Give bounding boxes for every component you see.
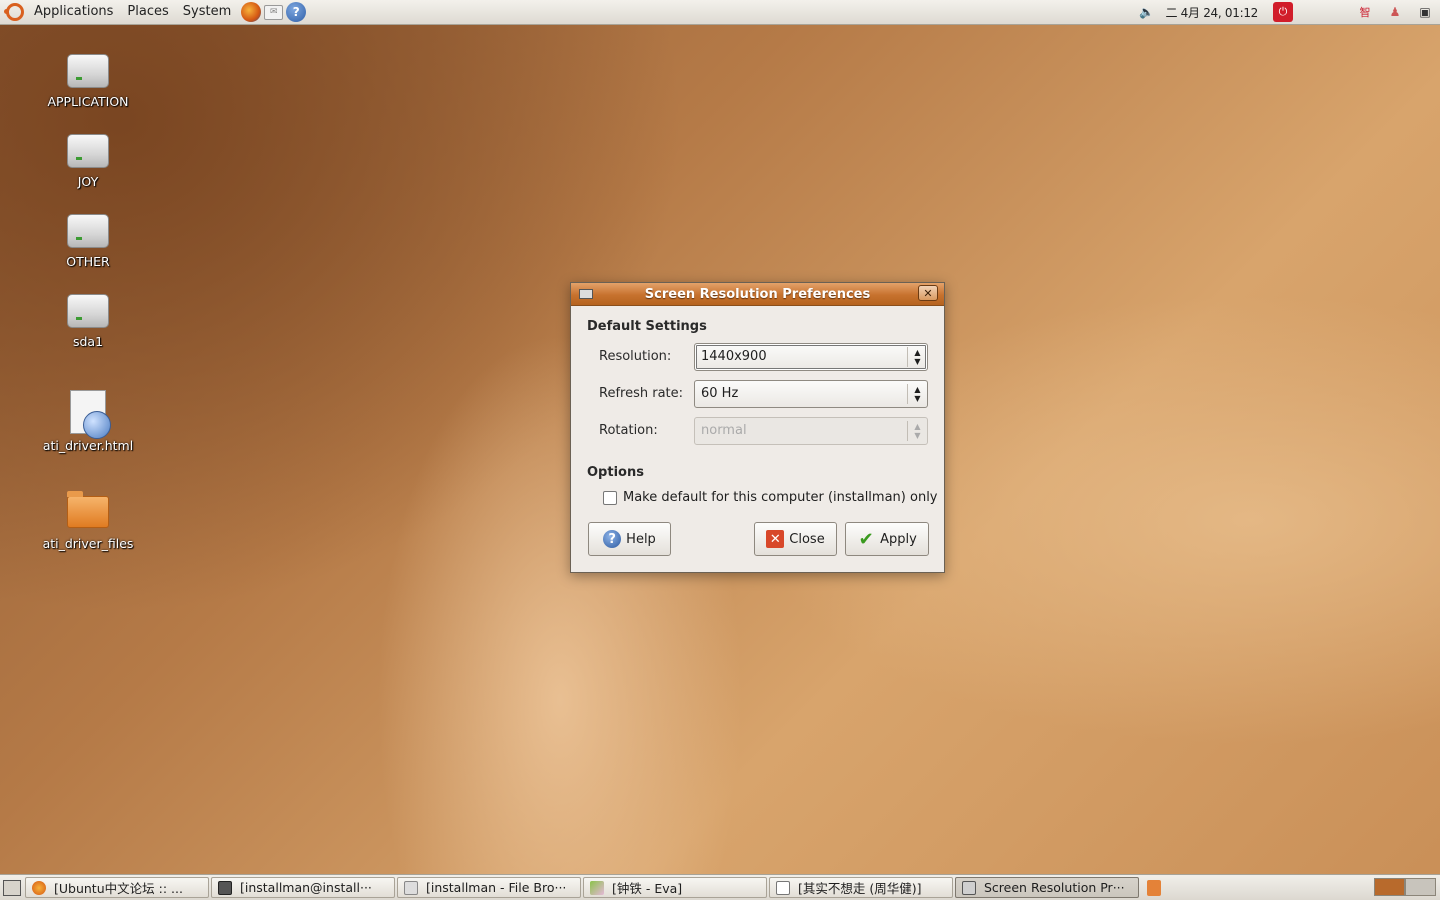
resolution-value: 1440x900 xyxy=(701,349,767,364)
chat-icon xyxy=(590,880,604,895)
refresh-rate-value: 60 Hz xyxy=(701,386,739,401)
make-default-checkbox[interactable] xyxy=(603,490,617,505)
drive-icon xyxy=(67,134,109,168)
make-default-label: Make default for this computer (installm… xyxy=(623,490,938,505)
mail-icon[interactable]: ✉ xyxy=(264,4,284,20)
screen-resolution-dialog: Screen Resolution Preferences ✕ Default … xyxy=(570,282,945,573)
apply-button[interactable]: ✔ Apply xyxy=(845,522,929,556)
rotation-select: normal ▲ ▼ xyxy=(694,417,928,445)
close-button-label: Close xyxy=(789,531,825,547)
help-button[interactable]: ? Help xyxy=(588,522,671,556)
taskbar-item-music[interactable]: [其实不想走 (周华健)] xyxy=(769,877,953,898)
system-tray: 🔈 二 4月 24, 01:12 ⏻ 智 ♟ ▣ xyxy=(1131,0,1440,24)
workspace-1[interactable] xyxy=(1374,878,1405,896)
volume-icon[interactable]: 🔈 xyxy=(1138,4,1154,20)
desktop-icon-label: APPLICATION xyxy=(47,94,129,109)
desktop-icon-label: ati_driver.html xyxy=(42,438,134,453)
terminal-icon xyxy=(218,880,232,895)
drive-icon xyxy=(67,214,109,248)
taskbar-item-screen-resolution[interactable]: Screen Resolution Pr··· xyxy=(955,877,1139,898)
workspace-switcher[interactable] xyxy=(1374,878,1436,896)
firefox-icon[interactable] xyxy=(241,2,262,22)
desktop-icon-application[interactable]: APPLICATION xyxy=(33,54,143,109)
desktop-icon-other[interactable]: OTHER xyxy=(33,214,143,269)
help-icon[interactable]: ? xyxy=(286,2,307,22)
spin-arrows-icon: ▲ ▼ xyxy=(907,384,927,404)
firefox-icon xyxy=(32,880,46,895)
task-label: [其实不想走 (周华健)] xyxy=(798,881,922,896)
top-panel: Applications Places System ✉ ? 🔈 二 4月 24… xyxy=(0,0,1440,25)
task-label: [钟铁 - Eva] xyxy=(612,881,683,896)
desktop-icon-label: sda1 xyxy=(72,334,104,349)
help-button-label: Help xyxy=(626,531,656,547)
menu-applications[interactable]: Applications xyxy=(27,0,120,24)
taskbar-item-eva[interactable]: [钟铁 - Eva] xyxy=(583,877,767,898)
apply-button-label: Apply xyxy=(880,531,917,547)
desktop-icon-ati-driver-html[interactable]: ati_driver.html xyxy=(33,390,143,453)
workspace-2[interactable] xyxy=(1405,878,1436,896)
trash-icon[interactable] xyxy=(1147,879,1161,896)
window-close-button[interactable]: ✕ xyxy=(918,285,938,301)
close-button[interactable]: ✕ Close xyxy=(754,522,837,556)
window-icon xyxy=(776,880,790,895)
ubuntu-logo-icon[interactable] xyxy=(4,3,24,21)
bottom-panel: [Ubuntu中文论坛 :: ... [installman@install··… xyxy=(0,874,1440,900)
help-icon: ? xyxy=(603,530,622,548)
task-label: Screen Resolution Pr··· xyxy=(984,880,1125,895)
drive-icon xyxy=(67,294,109,328)
resolution-label: Resolution: xyxy=(599,349,672,364)
checkmark-icon: ✔ xyxy=(858,528,874,550)
dialog-titlebar[interactable]: Screen Resolution Preferences ✕ xyxy=(571,283,944,306)
power-icon[interactable]: ⏻ xyxy=(1273,2,1293,22)
make-default-option[interactable]: Make default for this computer (installm… xyxy=(603,490,938,505)
folder-icon xyxy=(67,491,109,528)
user-icon[interactable]: ♟ xyxy=(1387,4,1403,20)
show-desktop-icon[interactable] xyxy=(3,879,21,896)
resolution-select[interactable]: 1440x900 ▲ ▼ xyxy=(694,343,928,371)
file-browser-icon xyxy=(404,880,418,895)
rotation-label: Rotation: xyxy=(599,423,658,438)
task-label: [Ubuntu中文论坛 :: ... xyxy=(54,881,183,896)
monitor-icon xyxy=(962,880,976,895)
rotation-value: normal xyxy=(701,423,747,438)
drive-icon xyxy=(67,54,109,88)
options-heading: Options xyxy=(587,465,644,480)
desktop-icon-joy[interactable]: JOY xyxy=(33,134,143,189)
taskbar-item-terminal[interactable]: [installman@install··· xyxy=(211,877,395,898)
menu-places[interactable]: Places xyxy=(120,0,175,24)
task-label: [installman - File Bro··· xyxy=(426,880,567,895)
desktop-icon-label: ati_driver_files xyxy=(42,536,134,551)
menu-system[interactable]: System xyxy=(176,0,238,24)
dialog-title: Screen Resolution Preferences xyxy=(644,286,871,302)
desktop-icon-ati-driver-files[interactable]: ati_driver_files xyxy=(33,490,143,551)
task-label: [installman@install··· xyxy=(240,880,372,895)
spin-arrows-icon: ▲ ▼ xyxy=(907,421,927,441)
html-file-icon xyxy=(70,390,111,439)
taskbar-item-file-browser[interactable]: [installman - File Bro··· xyxy=(397,877,581,898)
close-icon: ✕ xyxy=(766,530,785,548)
refresh-rate-label: Refresh rate: xyxy=(599,386,684,401)
input-method-icon[interactable]: 智 xyxy=(1357,4,1373,20)
default-settings-heading: Default Settings xyxy=(587,319,707,334)
taskbar-item-ubuntu-forum[interactable]: [Ubuntu中文论坛 :: ... xyxy=(25,877,209,898)
desktop-icon-label: OTHER xyxy=(66,254,110,269)
spin-arrows-icon: ▲ ▼ xyxy=(907,347,927,367)
desktop-icon-sda1[interactable]: sda1 xyxy=(33,294,143,349)
refresh-rate-select[interactable]: 60 Hz ▲ ▼ xyxy=(694,380,928,408)
network-icon[interactable]: ▣ xyxy=(1417,4,1433,20)
desktop-icon-label: JOY xyxy=(77,174,99,189)
clock[interactable]: 二 4月 24, 01:12 xyxy=(1165,4,1258,21)
